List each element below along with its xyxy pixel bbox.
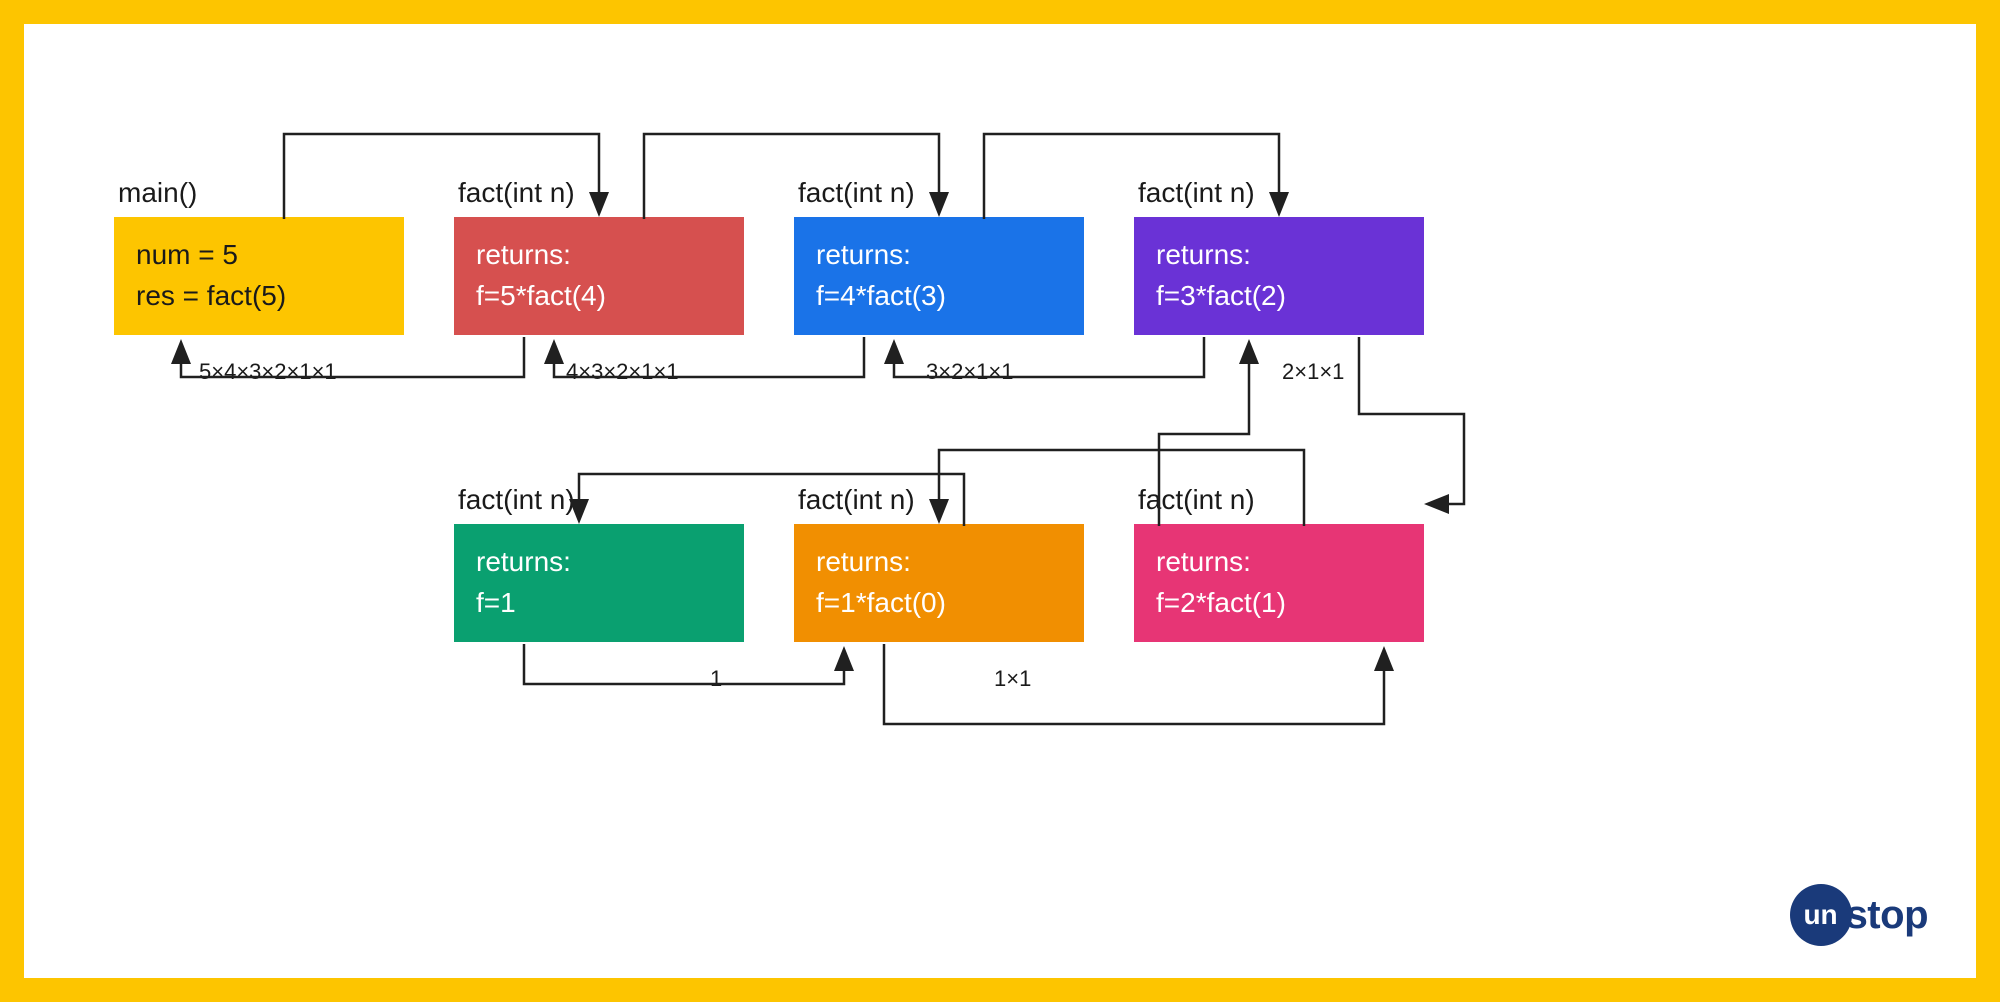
return-label: 4×3×2×1×1	[566, 359, 679, 385]
node-title: fact(int n)	[1134, 177, 1424, 209]
node-title: fact(int n)	[794, 177, 1084, 209]
node-fact4: fact(int n) returns: f=4*fact(3)	[794, 177, 1084, 335]
node-fact3: fact(int n) returns: f=3*fact(2)	[1134, 177, 1424, 335]
return-label: 5×4×3×2×1×1	[199, 359, 337, 385]
code-line: returns:	[1156, 235, 1402, 276]
node-title: fact(int n)	[454, 484, 744, 516]
node-fact2: fact(int n) returns: f=2*fact(1)	[1134, 484, 1424, 642]
code-line: f=3*fact(2)	[1156, 276, 1402, 317]
node-body: returns: f=1	[454, 524, 744, 642]
return-label: 1	[710, 666, 722, 692]
return-label: 2×1×1	[1282, 359, 1344, 385]
code-line: returns:	[1156, 542, 1402, 583]
code-line: returns:	[476, 235, 722, 276]
diagram-frame: main() num = 5 res = fact(5) fact(int n)…	[0, 0, 2000, 1002]
code-line: returns:	[816, 235, 1062, 276]
node-body: returns: f=5*fact(4)	[454, 217, 744, 335]
node-fact5: fact(int n) returns: f=5*fact(4)	[454, 177, 744, 335]
code-line: res = fact(5)	[136, 276, 382, 317]
code-line: num = 5	[136, 235, 382, 276]
node-fact0: fact(int n) returns: f=1	[454, 484, 744, 642]
code-line: f=4*fact(3)	[816, 276, 1062, 317]
logo-text: stop	[1846, 893, 1928, 938]
node-fact1: fact(int n) returns: f=1*fact(0)	[794, 484, 1084, 642]
return-arrow	[884, 644, 1384, 724]
code-line: f=2*fact(1)	[1156, 583, 1402, 624]
node-body: num = 5 res = fact(5)	[114, 217, 404, 335]
code-line: returns:	[476, 542, 722, 583]
code-line: f=1	[476, 583, 722, 624]
code-line: f=1*fact(0)	[816, 583, 1062, 624]
node-title: main()	[114, 177, 404, 209]
logo-circle: un	[1790, 884, 1852, 946]
call-arrow	[1359, 337, 1464, 504]
node-title: fact(int n)	[794, 484, 1084, 516]
node-body: returns: f=3*fact(2)	[1134, 217, 1424, 335]
node-body: returns: f=1*fact(0)	[794, 524, 1084, 642]
node-body: returns: f=2*fact(1)	[1134, 524, 1424, 642]
return-label: 1×1	[994, 666, 1031, 692]
node-body: returns: f=4*fact(3)	[794, 217, 1084, 335]
code-line: returns:	[816, 542, 1062, 583]
node-title: fact(int n)	[1134, 484, 1424, 516]
return-arrow	[524, 644, 844, 684]
code-line: f=5*fact(4)	[476, 276, 722, 317]
node-main: main() num = 5 res = fact(5)	[114, 177, 404, 335]
node-title: fact(int n)	[454, 177, 744, 209]
return-label: 3×2×1×1	[926, 359, 1013, 385]
brand-logo: un stop	[1790, 884, 1928, 946]
